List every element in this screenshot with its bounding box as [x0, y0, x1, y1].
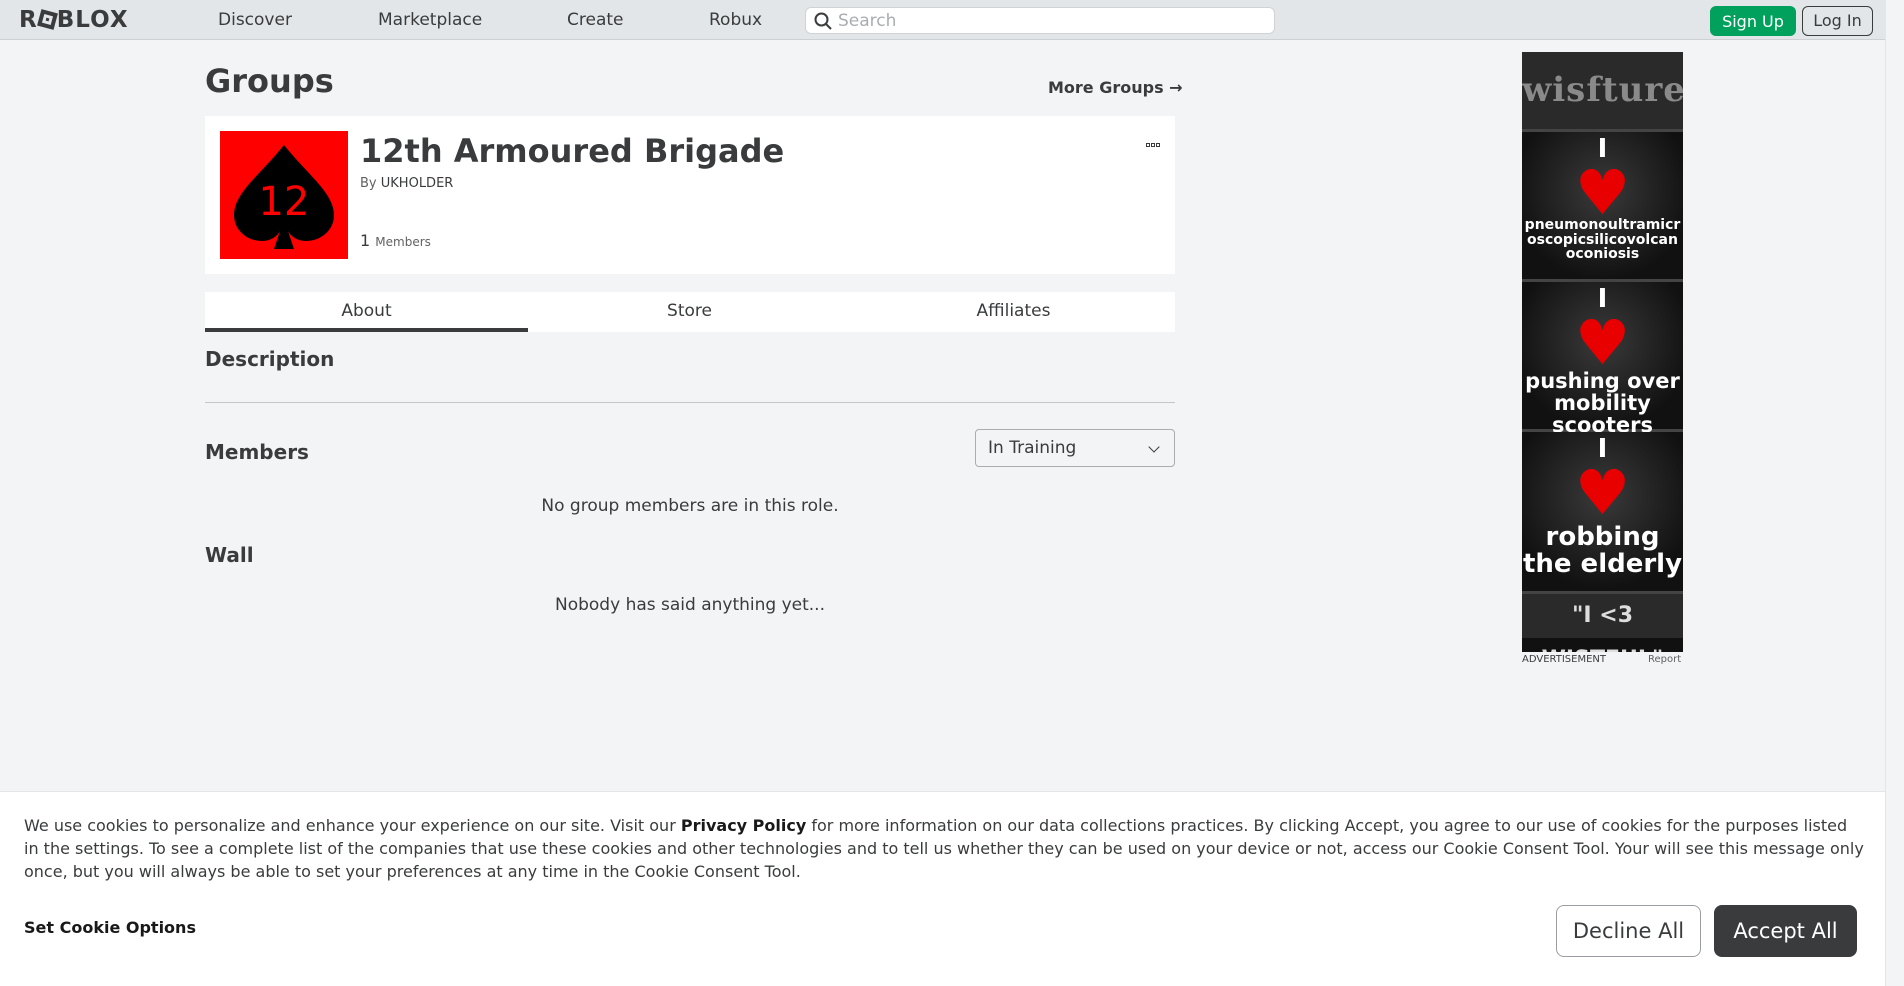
ad-panel: I ♥ pushing over mobility scooters: [1522, 282, 1683, 436]
ad-panel: I ♥ robbing the elderly: [1522, 432, 1683, 594]
ad-report-link[interactable]: Report: [1648, 654, 1681, 665]
group-member-count: 1 Members: [360, 231, 431, 250]
wall-empty-message: Nobody has said anything yet...: [555, 595, 825, 615]
page-scrollbar[interactable]: [1885, 0, 1904, 986]
top-nav-bar: R BLOX Discover Marketplace Create Robux …: [0, 0, 1885, 40]
privacy-policy-link[interactable]: Privacy Policy: [681, 816, 806, 835]
role-select-value: In Training: [988, 438, 1077, 458]
search-icon: [814, 12, 832, 30]
emblem-number: 12: [259, 179, 310, 225]
group-header-card: 12 12th Armoured Brigade By UKHOLDER 1 M…: [205, 116, 1175, 274]
ad-panel-text: pushing over mobility scooters: [1525, 369, 1680, 438]
members-label: Members: [375, 235, 431, 249]
description-heading: Description: [205, 347, 335, 371]
cookie-text-before: We use cookies to personalize and enhanc…: [24, 816, 681, 835]
search-box: [805, 7, 1275, 34]
by-prefix: By: [360, 176, 377, 191]
member-count-value: 1: [360, 231, 371, 250]
tab-about[interactable]: About: [205, 292, 528, 332]
search-input[interactable]: [838, 10, 1263, 31]
sign-up-button[interactable]: Sign Up: [1710, 6, 1796, 36]
group-owner-line: By UKHOLDER: [360, 176, 453, 191]
ad-top-text: wisfture: [1522, 52, 1683, 132]
spade-icon: 12: [234, 145, 334, 249]
decline-all-button[interactable]: Decline All: [1556, 905, 1701, 957]
nav-create[interactable]: Create: [567, 10, 624, 30]
nav-discover[interactable]: Discover: [218, 10, 292, 30]
tab-store[interactable]: Store: [528, 292, 851, 332]
accept-all-button[interactable]: Accept All: [1714, 905, 1857, 957]
cookie-message: We use cookies to personalize and enhanc…: [24, 814, 1864, 883]
group-owner-link[interactable]: UKHOLDER: [381, 176, 454, 191]
nav-robux[interactable]: Robux: [709, 10, 762, 30]
heart-icon: ♥: [1574, 156, 1631, 229]
wall-heading: Wall: [205, 543, 254, 567]
heart-icon: ♥: [1574, 456, 1631, 529]
ad-panel-text: pneumonoultramicroscopicsilicovolcanocon…: [1524, 217, 1681, 263]
group-tabs: About Store Affiliates: [205, 292, 1175, 332]
heart-icon: ♥: [1574, 306, 1631, 379]
ad-bottom-text: "I <3 WISTFUL": [1522, 594, 1683, 652]
role-select-dropdown[interactable]: In Training: [975, 429, 1175, 467]
section-divider: [205, 402, 1175, 403]
cookie-banner: We use cookies to personalize and enhanc…: [0, 791, 1885, 986]
group-name: 12th Armoured Brigade: [360, 132, 785, 170]
tab-affiliates[interactable]: Affiliates: [852, 292, 1175, 332]
members-empty-message: No group members are in this role.: [541, 496, 839, 516]
advertisement-label: ADVERTISEMENT: [1522, 654, 1607, 665]
chevron-down-icon: [1148, 441, 1160, 453]
page-title: Groups: [205, 62, 334, 100]
group-emblem: 12: [220, 131, 348, 259]
roblox-logo[interactable]: R BLOX: [19, 7, 129, 33]
more-options-icon[interactable]: [1146, 132, 1166, 147]
nav-marketplace[interactable]: Marketplace: [378, 10, 482, 30]
members-heading: Members: [205, 440, 309, 464]
log-in-button[interactable]: Log In: [1802, 6, 1873, 36]
set-cookie-options-link[interactable]: Set Cookie Options: [24, 918, 196, 937]
ad-panel: I ♥ pneumonoultramicroscopicsilicovolcan…: [1522, 132, 1683, 282]
advertisement-banner[interactable]: wisfture I ♥ pneumonoultramicroscopicsil…: [1522, 52, 1683, 652]
more-groups-link[interactable]: More Groups →: [1048, 78, 1183, 97]
ad-panel-text: robbing the elderly: [1522, 522, 1683, 580]
